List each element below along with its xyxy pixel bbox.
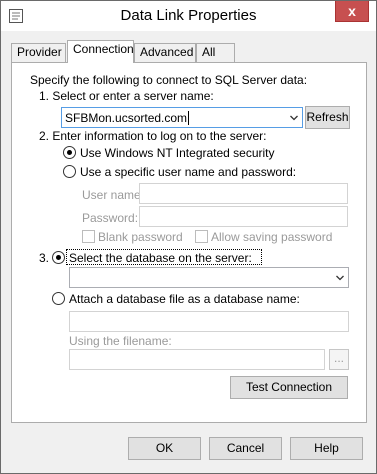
tab-provider[interactable]: Provider: [11, 43, 66, 62]
select-database-label[interactable]: Select the database on the server:: [69, 251, 252, 265]
username-label: User name:: [82, 188, 145, 202]
password-field[interactable]: [139, 206, 348, 227]
attach-database-name-field[interactable]: [69, 311, 349, 332]
title-bar: Data Link Properties x: [1, 1, 376, 31]
ok-button[interactable]: OK: [128, 437, 201, 460]
cancel-button[interactable]: Cancel: [209, 437, 282, 460]
blank-password-checkbox[interactable]: [82, 230, 95, 243]
allow-saving-password-checkbox[interactable]: [195, 230, 208, 243]
help-button[interactable]: Help: [290, 437, 363, 460]
specific-user-radio[interactable]: [63, 165, 76, 178]
intro-text: Specify the following to connect to SQL …: [30, 73, 308, 87]
tab-all[interactable]: All: [196, 43, 235, 62]
browse-button[interactable]: ...: [329, 349, 349, 370]
allow-saving-password-label[interactable]: Allow saving password: [211, 230, 332, 244]
connection-panel: Specify the following to connect to SQL …: [11, 62, 367, 423]
nt-security-radio[interactable]: [63, 146, 76, 159]
filename-field[interactable]: [69, 349, 325, 370]
select-database-radio[interactable]: [52, 251, 65, 264]
refresh-button[interactable]: Refresh: [305, 106, 350, 129]
attach-database-radio[interactable]: [52, 292, 65, 305]
username-field[interactable]: [139, 183, 348, 204]
step3-prefix: 3.: [39, 251, 50, 265]
password-label: Password:: [82, 211, 139, 225]
nt-security-label[interactable]: Use Windows NT Integrated security: [80, 146, 275, 160]
radio-selected-dot: [56, 255, 61, 260]
attach-database-label[interactable]: Attach a database file as a database nam…: [69, 292, 300, 306]
tab-advanced[interactable]: Advanced: [134, 43, 196, 62]
chevron-down-icon[interactable]: [336, 275, 344, 281]
blank-password-label[interactable]: Blank password: [98, 230, 183, 244]
tab-connection[interactable]: Connection: [67, 40, 134, 63]
data-link-properties-dialog: Data Link Properties x Provider Connecti…: [0, 0, 377, 474]
chevron-down-icon[interactable]: [290, 115, 298, 121]
step2-label: 2. Enter information to log on to the se…: [39, 129, 267, 143]
specific-user-label[interactable]: Use a specific user name and password:: [80, 165, 296, 179]
server-name-combobox[interactable]: SFBMon.ucsorted.com: [61, 107, 303, 128]
close-button[interactable]: x: [335, 1, 369, 22]
radio-selected-dot: [67, 150, 72, 155]
using-filename-label: Using the filename:: [69, 334, 172, 348]
server-name-value: SFBMon.ucsorted.com: [65, 111, 190, 125]
window-title: Data Link Properties: [120, 7, 257, 24]
step1-label: 1. Select or enter a server name:: [39, 89, 214, 103]
database-select[interactable]: [69, 267, 349, 288]
test-connection-button[interactable]: Test Connection: [230, 376, 348, 399]
close-icon: x: [348, 3, 356, 19]
